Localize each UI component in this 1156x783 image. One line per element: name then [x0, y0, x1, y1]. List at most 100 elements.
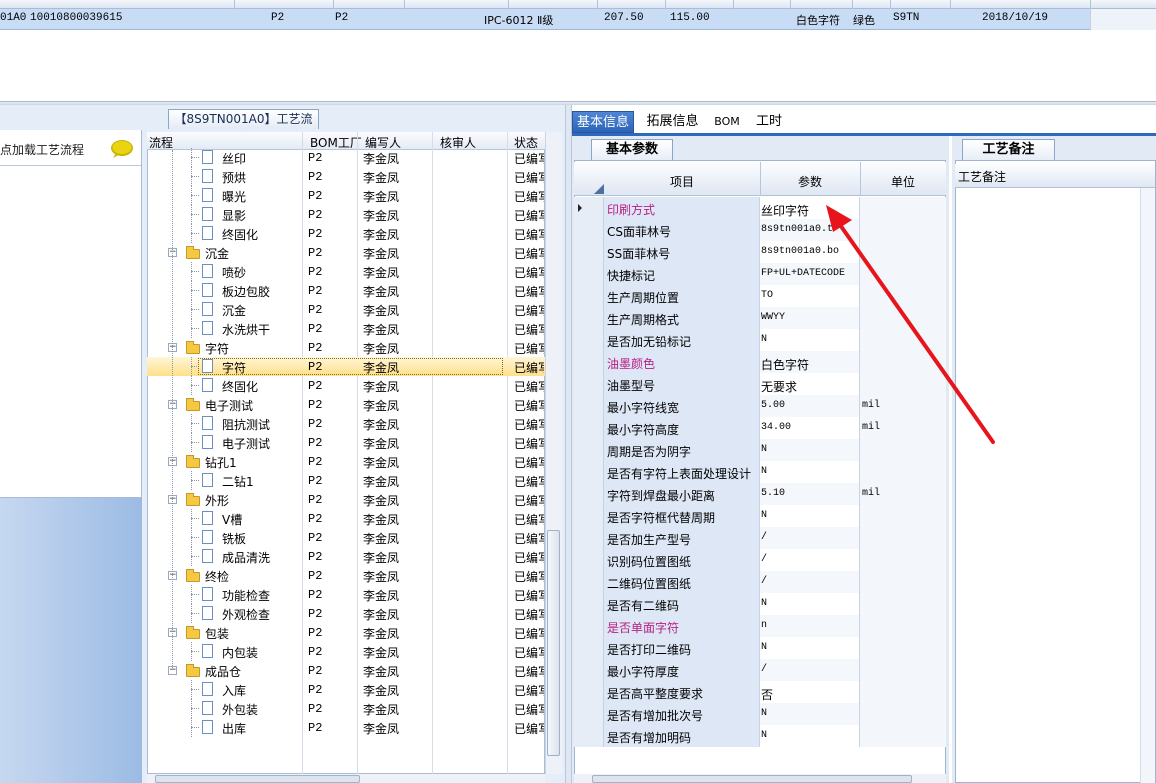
param-value-cell[interactable]: WWYY: [760, 307, 860, 329]
row-header[interactable]: [574, 285, 604, 307]
row-header[interactable]: [574, 395, 604, 417]
param-value-cell[interactable]: N: [760, 505, 860, 527]
row-header[interactable]: [574, 417, 604, 439]
row-header[interactable]: [574, 615, 604, 637]
param-value-cell[interactable]: n: [760, 615, 860, 637]
top-grid-selected-row[interactable]: 01A0 10010800039615 P2 P2 IPC-6012 Ⅱ级 20…: [0, 9, 1090, 30]
param-row[interactable]: 油墨型号 无要求: [574, 373, 946, 395]
param-row[interactable]: 快捷标记 FP+UL+DATECODE: [574, 263, 946, 285]
param-value-cell[interactable]: FP+UL+DATECODE: [760, 263, 860, 285]
param-row[interactable]: 最小字符线宽 5.00 mil: [574, 395, 946, 417]
row-header[interactable]: [574, 461, 604, 483]
row-header[interactable]: [574, 263, 604, 285]
param-row[interactable]: 是否字符框代替周期 N: [574, 505, 946, 527]
param-value-cell[interactable]: /: [760, 549, 860, 571]
row-header[interactable]: [574, 659, 604, 681]
tree-step-row[interactable]: 板边包胶 P2 李金凤 已编写: [147, 281, 545, 300]
tab-extended-info[interactable]: 拓展信息: [640, 111, 705, 133]
param-value-cell[interactable]: 8s9tn001a0.bo: [760, 241, 860, 263]
param-row[interactable]: 最小字符厚度 /: [574, 659, 946, 681]
row-header[interactable]: [574, 681, 604, 703]
tree-step-row[interactable]: 水洗烘干 P2 李金凤 已编写: [147, 319, 545, 338]
tree-step-row[interactable]: 阻抗测试 P2 李金凤 已编写: [147, 414, 545, 433]
param-row[interactable]: 字符到焊盘最小距离 5.10 mil: [574, 483, 946, 505]
param-value-cell[interactable]: N: [760, 725, 860, 747]
tree-group-row[interactable]: −电子测试P2李金凤已编写: [147, 395, 545, 414]
tree-group-row[interactable]: −沉金P2李金凤已编写: [147, 243, 545, 262]
notes-grid[interactable]: [955, 160, 1156, 783]
param-row[interactable]: SS面菲林号 8s9tn001a0.bo: [574, 241, 946, 263]
row-header[interactable]: [574, 549, 604, 571]
vertical-splitter[interactable]: [565, 105, 572, 783]
row-header[interactable]: [574, 637, 604, 659]
tree-step-row[interactable]: 曝光 P2 李金凤 已编写: [147, 186, 545, 205]
param-row[interactable]: 是否有字符上表面处理设计 N: [574, 461, 946, 483]
top-grid-scrollbar[interactable]: [1090, 9, 1156, 30]
notes-vertical-scrollbar[interactable]: [1140, 188, 1155, 783]
row-header[interactable]: [574, 571, 604, 593]
tree-step-row[interactable]: 内包装 P2 李金凤 已编写: [147, 642, 545, 661]
row-header[interactable]: [574, 241, 604, 263]
param-value-cell[interactable]: N: [760, 439, 860, 461]
tree-step-row[interactable]: V槽 P2 李金凤 已编写: [147, 509, 545, 528]
param-row[interactable]: 是否有增加明码 N: [574, 725, 946, 747]
param-row[interactable]: 油墨颜色 白色字符: [574, 351, 946, 373]
param-row[interactable]: 识别码位置图纸 /: [574, 549, 946, 571]
row-header[interactable]: [574, 197, 604, 219]
param-row[interactable]: 生产周期位置 TO: [574, 285, 946, 307]
param-value-cell[interactable]: /: [760, 527, 860, 549]
row-header[interactable]: [574, 307, 604, 329]
tree-step-row[interactable]: 喷砂 P2 李金凤 已编写: [147, 262, 545, 281]
param-row[interactable]: 是否打印二维码 N: [574, 637, 946, 659]
tree-step-row[interactable]: 显影 P2 李金凤 已编写: [147, 205, 545, 224]
row-header[interactable]: [574, 351, 604, 373]
param-value-cell[interactable]: 丝印字符: [760, 197, 860, 219]
tree-step-row[interactable]: 沉金 P2 李金凤 已编写: [147, 300, 545, 319]
param-value-cell[interactable]: 34.00: [760, 417, 860, 439]
tree-hscroll-thumb[interactable]: [155, 775, 360, 783]
param-row[interactable]: 是否加生产型号 /: [574, 527, 946, 549]
param-value-cell[interactable]: 白色字符: [760, 351, 860, 373]
params-hscroll-thumb[interactable]: [592, 775, 912, 783]
col-item[interactable]: 项目: [604, 173, 760, 190]
tree-step-row[interactable]: 功能检查 P2 李金凤 已编写: [147, 585, 545, 604]
param-value-cell[interactable]: 否: [760, 681, 860, 703]
tree-step-row[interactable]: 终固化 P2 李金凤 已编写: [147, 376, 545, 395]
param-row[interactable]: 是否加无铅标记 N: [574, 329, 946, 351]
row-header[interactable]: [574, 439, 604, 461]
param-value-cell[interactable]: N: [760, 461, 860, 483]
param-row[interactable]: 印刷方式 丝印字符: [574, 197, 946, 219]
reload-panel[interactable]: [0, 130, 142, 498]
tree-group-row[interactable]: −外形P2李金凤已编写: [147, 490, 545, 509]
row-header[interactable]: [574, 483, 604, 505]
row-header[interactable]: [574, 527, 604, 549]
row-header[interactable]: [574, 725, 604, 747]
param-row[interactable]: 是否高平整度要求否: [574, 681, 946, 703]
row-header[interactable]: [574, 329, 604, 351]
tab-bom[interactable]: BOM: [712, 111, 742, 133]
tree-step-row[interactable]: 铣板 P2 李金凤 已编写: [147, 528, 545, 547]
subtab-basic-params[interactable]: 基本参数: [591, 139, 673, 160]
row-header[interactable]: [574, 703, 604, 725]
param-value-cell[interactable]: /: [760, 659, 860, 681]
tree-group-row[interactable]: −字符P2李金凤已编写: [147, 338, 545, 357]
tree-step-row[interactable]: 外包装 P2 李金凤 已编写: [147, 699, 545, 718]
param-row[interactable]: 二维码位置图纸 /: [574, 571, 946, 593]
row-header[interactable]: [574, 219, 604, 241]
tree-step-row[interactable]: 成品清洗 P2 李金凤 已编写: [147, 547, 545, 566]
tree-group-row[interactable]: −包装P2李金凤已编写: [147, 623, 545, 642]
tree-step-row[interactable]: 丝印 P2 李金凤 已编写: [147, 148, 545, 167]
row-header[interactable]: [574, 593, 604, 615]
param-value-cell[interactable]: N: [760, 329, 860, 351]
tree-step-row[interactable]: 入库 P2 李金凤 已编写: [147, 680, 545, 699]
tree-step-row[interactable]: 二钻1 P2 李金凤 已编写: [147, 471, 545, 490]
speech-bubble-icon[interactable]: [109, 139, 134, 159]
param-value-cell[interactable]: 8s9tn001a0.t: [760, 219, 860, 241]
col-value[interactable]: 参数: [760, 173, 860, 190]
tree-group-row[interactable]: −钻孔1P2李金凤已编写: [147, 452, 545, 471]
tab-basic-info[interactable]: 基本信息: [572, 111, 634, 133]
param-row[interactable]: 是否有增加批次号 N: [574, 703, 946, 725]
param-value-cell[interactable]: /: [760, 571, 860, 593]
param-row[interactable]: 是否单面字符 n: [574, 615, 946, 637]
tree-step-row[interactable]: 电子测试 P2 李金凤 已编写: [147, 433, 545, 452]
